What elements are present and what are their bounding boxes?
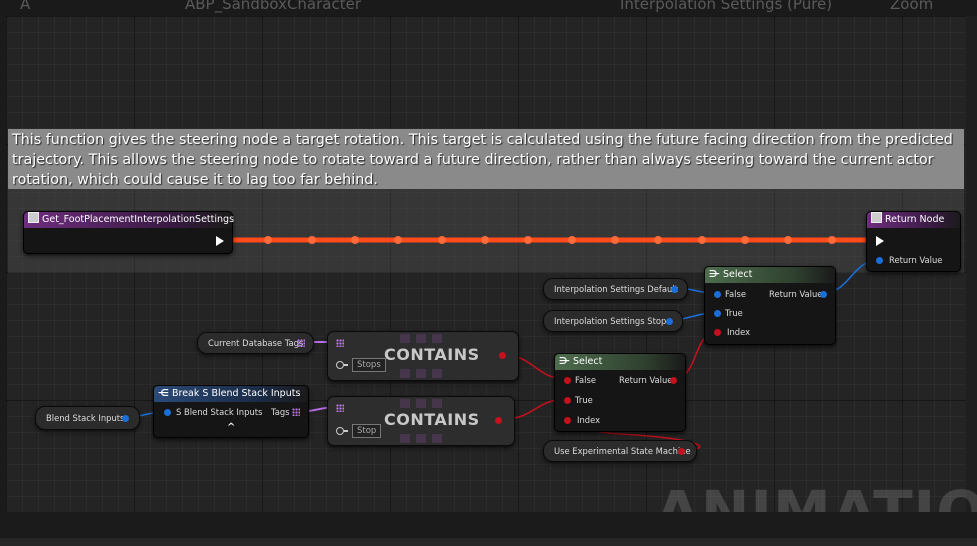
select-top-false-pin[interactable]: [714, 291, 721, 298]
contains-top-out-pin[interactable]: [499, 352, 506, 359]
contains-deco: [432, 434, 442, 443]
break-struct-icon: ⋲: [158, 388, 169, 399]
interp-stops-label: Interpolation Settings Stops: [554, 316, 671, 326]
break-blend-stack-node[interactable]: ⋲ Break S Blend Stack Inputs S Blend Stac…: [153, 385, 309, 438]
return-value-pin[interactable]: [876, 257, 883, 264]
return-node[interactable]: Return Node Return Value: [866, 211, 961, 272]
interp-stops-pin[interactable]: [666, 318, 673, 325]
function-entry-header: Get_FootPlacementInterpolationSettings: [24, 212, 235, 228]
select-bottom-true-label: True: [575, 395, 593, 405]
contains-deco: [416, 399, 426, 408]
select-top-return-label: Return Value: [769, 289, 823, 299]
var-interpolation-settings-default[interactable]: Interpolation Settings Default: [543, 278, 688, 300]
interp-default-label: Interpolation Settings Default: [554, 284, 678, 294]
current-db-tags-pin[interactable]: [297, 339, 305, 347]
contains-top-value-field[interactable]: Stops: [352, 358, 386, 372]
break-blend-tags-pin[interactable]: [292, 408, 300, 416]
exec-in-pin[interactable]: [876, 236, 884, 246]
select-bottom-title: Select: [573, 356, 603, 367]
contains-deco: [432, 369, 442, 378]
expand-chevron-icon[interactable]: ^: [227, 422, 235, 433]
contains-node-top[interactable]: Stops CONTAINS: [327, 331, 519, 381]
return-node-header: Return Node: [867, 212, 960, 228]
select-bottom-true-pin[interactable]: [564, 397, 571, 404]
function-icon: [871, 212, 882, 223]
contains-deco: [416, 369, 426, 378]
return-node-title: Return Node: [885, 214, 945, 225]
blend-stack-inputs-label: Blend Stack Inputs: [46, 413, 125, 423]
select-icon: ⋺: [559, 356, 570, 367]
use-experimental-label: Use Experimental State Machine: [554, 446, 691, 456]
contains-deco: [432, 399, 442, 408]
toolbar-ghost-1: A: [20, 0, 31, 13]
comment-text: This function gives the steering node a …: [12, 132, 953, 188]
contains-bottom-title: CONTAINS: [384, 410, 480, 429]
select-top-title: Select: [723, 269, 753, 280]
contains-top-title: CONTAINS: [384, 345, 480, 364]
select-top-true-pin[interactable]: [714, 310, 721, 317]
contains-bottom-out-pin[interactable]: [495, 417, 502, 424]
select-bottom-false-pin[interactable]: [564, 377, 571, 384]
select-top-index-label: Index: [727, 327, 751, 337]
contains-deco: [400, 434, 410, 443]
var-interpolation-settings-stops[interactable]: Interpolation Settings Stops: [543, 310, 683, 332]
break-blend-in-label: S Blend Stack Inputs: [176, 407, 263, 417]
select-top-header: ⋺ Select: [705, 267, 835, 283]
select-icon: ⋺: [709, 269, 720, 280]
select-top-index-pin[interactable]: [714, 329, 721, 336]
contains-top-value-pin[interactable]: [336, 361, 348, 369]
contains-bottom-array-pin[interactable]: [336, 404, 344, 412]
contains-deco: [400, 334, 410, 343]
contains-deco: [416, 434, 426, 443]
function-icon: [28, 212, 39, 223]
contains-deco: [400, 399, 410, 408]
select-bottom-return-label: Return Value: [619, 375, 673, 385]
current-db-tags-label: Current Database Tags: [208, 338, 304, 348]
break-blend-in-pin[interactable]: [164, 409, 171, 416]
function-entry-node[interactable]: Get_FootPlacementInterpolationSettings: [23, 211, 235, 254]
comment-box-header[interactable]: This function gives the steering node a …: [8, 129, 964, 189]
contains-deco: [432, 334, 442, 343]
break-blend-title: Break S Blend Stack Inputs: [172, 388, 301, 399]
editor-toolbar: A ABP_SandboxCharacter Interpolation Set…: [0, 0, 977, 16]
toolbar-ghost-3: Interpolation Settings (Pure): [620, 0, 833, 13]
contains-bottom-value-field[interactable]: Stop: [352, 424, 382, 438]
interp-default-pin[interactable]: [671, 286, 678, 293]
select-bottom-index-pin[interactable]: [564, 417, 571, 424]
return-value-label: Return Value: [889, 255, 943, 265]
var-use-experimental-state-machine[interactable]: Use Experimental State Machine: [543, 440, 697, 462]
select-top-return-pin[interactable]: [820, 291, 827, 298]
use-experimental-pin[interactable]: [678, 448, 685, 455]
contains-node-bottom[interactable]: Stop CONTAINS: [327, 396, 515, 446]
select-bottom-false-label: False: [575, 375, 597, 385]
var-current-database-tags[interactable]: Current Database Tags: [197, 332, 314, 354]
select-bottom-return-pin[interactable]: [670, 377, 677, 384]
toolbar-ghost-4: Zoom: [890, 0, 934, 13]
contains-top-array-pin[interactable]: [336, 339, 344, 347]
select-node-top[interactable]: ⋺ Select False Return Value True Index: [704, 266, 836, 345]
contains-bottom-value-pin[interactable]: [336, 427, 348, 435]
right-panel-edge: [966, 16, 977, 512]
break-blend-header: ⋲ Break S Blend Stack Inputs: [154, 386, 308, 402]
select-bottom-index-label: Index: [577, 415, 601, 425]
function-entry-title: Get_FootPlacementInterpolationSettings: [42, 214, 235, 225]
select-top-false-label: False: [725, 289, 747, 299]
select-bottom-header: ⋺ Select: [555, 354, 685, 370]
exec-out-pin[interactable]: [216, 236, 224, 246]
var-blend-stack-inputs[interactable]: Blend Stack Inputs: [35, 406, 140, 430]
bottom-panel-edge: [0, 512, 977, 538]
break-blend-tags-label: Tags: [271, 407, 290, 417]
select-top-true-label: True: [725, 308, 743, 318]
contains-deco: [416, 334, 426, 343]
contains-deco: [400, 369, 410, 378]
toolbar-ghost-2: ABP_SandboxCharacter: [185, 0, 362, 13]
select-node-bottom[interactable]: ⋺ Select False Return Value True Index: [554, 353, 686, 432]
blend-stack-inputs-pin[interactable]: [122, 415, 129, 422]
